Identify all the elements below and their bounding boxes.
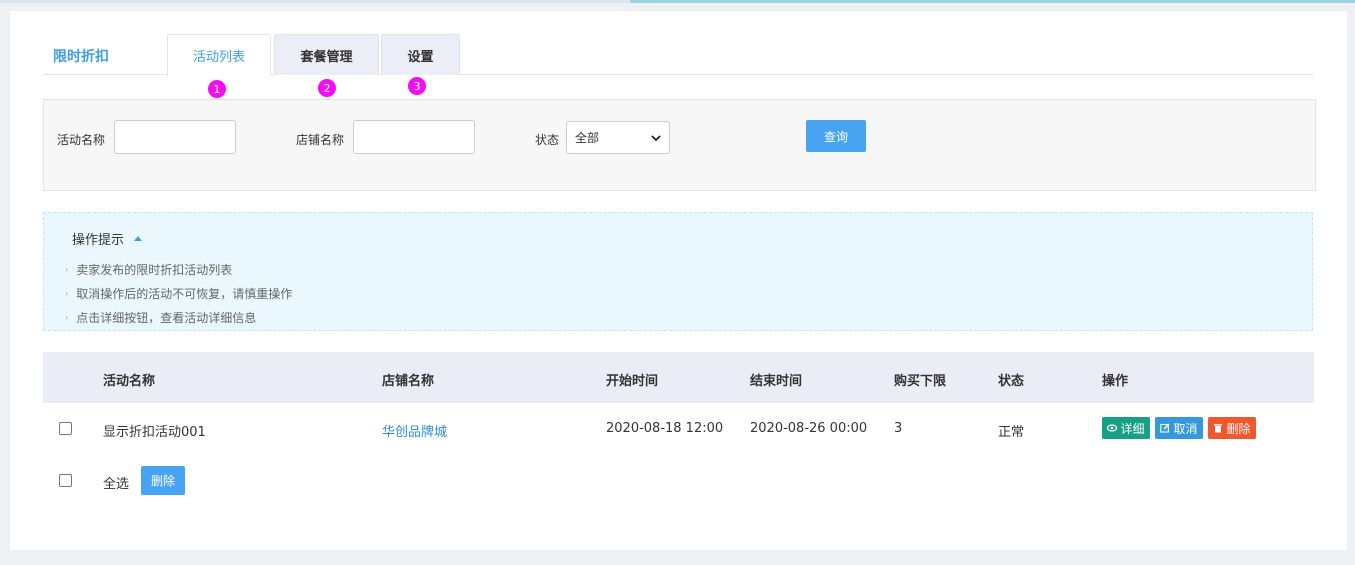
column-header-min-buy: 购买下限 [894, 374, 947, 389]
edit-icon [1160, 423, 1170, 433]
tab-marker-1: 1 [208, 80, 226, 98]
status-select[interactable]: 全部 [566, 121, 670, 154]
shop-name-input[interactable] [353, 120, 475, 154]
tips-title: 操作提示 [72, 233, 125, 248]
column-header-status: 状态 [998, 374, 1025, 389]
status-label: 状态 [535, 133, 560, 147]
top-strip [0, 0, 1355, 3]
table-row: 显示折扣活动001 华创品牌城 2020-08-18 12:00 2020-08… [43, 403, 1314, 455]
bullet-icon: › [65, 312, 69, 322]
column-header-end-time: 结束时间 [750, 374, 803, 389]
page-title: 限时折扣 [53, 49, 109, 65]
row-min-buy: 3 [894, 421, 903, 436]
eye-icon [1107, 424, 1118, 432]
detail-button[interactable]: 详细 [1102, 417, 1150, 439]
table-header: 活动名称 店铺名称 开始时间 结束时间 购买下限 状态 操作 [43, 352, 1314, 403]
delete-row-button[interactable]: 删除 [1208, 417, 1256, 439]
main-panel: 限时折扣 活动列表 套餐管理 设置 1 2 3 活动名称 店铺名称 状态 全部 … [10, 11, 1347, 550]
row-activity-name: 显示折扣活动001 [103, 425, 206, 440]
trash-icon [1214, 424, 1223, 433]
bulk-delete-button[interactable]: 删除 [141, 466, 185, 495]
row-end-time: 2020-08-26 00:00 [750, 421, 868, 436]
row-status: 正常 [998, 425, 1025, 440]
select-all-checkbox[interactable] [59, 474, 72, 487]
column-header-shop-name: 店铺名称 [382, 374, 435, 389]
tab-settings[interactable]: 设置 [381, 34, 460, 75]
bullet-icon: › [65, 288, 69, 298]
bullet-icon: › [65, 264, 69, 274]
cancel-button[interactable]: 取消 [1155, 417, 1203, 439]
column-header-start-time: 开始时间 [606, 374, 659, 389]
select-all-label: 全选 [103, 477, 130, 492]
row-checkbox[interactable] [59, 422, 72, 435]
row-shop-link[interactable]: 华创品牌城 [382, 421, 447, 440]
search-form: 活动名称 店铺名称 状态 全部 查询 [43, 99, 1316, 191]
status-select-value: 全部 [575, 131, 600, 145]
activity-name-label: 活动名称 [57, 133, 106, 147]
tab-activity-list[interactable]: 活动列表 [167, 34, 271, 76]
tab-marker-2: 2 [318, 79, 336, 97]
column-header-actions: 操作 [1102, 374, 1129, 389]
row-start-time: 2020-08-18 12:00 [606, 421, 724, 436]
query-button[interactable]: 查询 [806, 120, 866, 152]
activity-name-input[interactable] [114, 120, 236, 154]
tips-panel: 操作提示 › 卖家发布的限时折扣活动列表 › 取消操作后的活动不可恢复，请慎重操作 … [43, 212, 1313, 331]
shop-name-label: 店铺名称 [296, 133, 345, 147]
tips-toggle[interactable]: 操作提示 [72, 229, 143, 248]
list-item: › 卖家发布的限时折扣活动列表 [65, 262, 233, 277]
tab-package-management[interactable]: 套餐管理 [274, 34, 379, 75]
list-item: › 点击详细按钮，查看活动详细信息 [65, 310, 257, 325]
column-header-activity-name: 活动名称 [103, 374, 156, 389]
chevron-down-icon [651, 134, 661, 141]
list-item: › 取消操作后的活动不可恢复，请慎重操作 [65, 286, 293, 301]
tips-list: › 卖家发布的限时折扣活动列表 › 取消操作后的活动不可恢复，请慎重操作 › 点击详细… [65, 257, 292, 329]
tabs-bar: 限时折扣 活动列表 套餐管理 设置 [43, 34, 1313, 76]
tab-marker-3: 3 [408, 77, 426, 95]
caret-up-icon [134, 236, 143, 241]
